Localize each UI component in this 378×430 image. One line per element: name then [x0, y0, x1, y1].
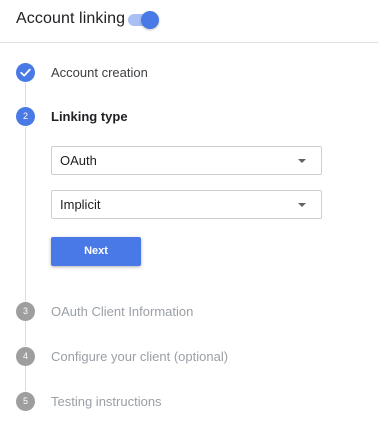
- caret-down-icon: [298, 203, 306, 207]
- step-2-label: Linking type: [51, 109, 128, 124]
- step-2-indicator: 2: [16, 107, 35, 126]
- toggle-knob: [141, 11, 159, 29]
- page-title: Account linking: [16, 10, 126, 27]
- next-button[interactable]: Next: [51, 237, 141, 266]
- header: Account linking: [0, 0, 378, 43]
- step-connector: [25, 366, 26, 391]
- step-connector: [25, 83, 26, 106]
- step-1-indicator: [16, 63, 35, 82]
- step-1-label[interactable]: Account creation: [51, 64, 148, 82]
- step-4-label: Configure your client (optional): [51, 349, 229, 364]
- account-linking-toggle[interactable]: [128, 11, 159, 29]
- flow-type-select[interactable]: Implicit: [51, 190, 322, 219]
- check-icon: [20, 68, 31, 77]
- step-3-indicator: 3: [16, 302, 35, 321]
- caret-down-icon: [298, 159, 306, 163]
- step-connector: [25, 127, 26, 302]
- step-5-label: Testing instructions: [51, 394, 162, 409]
- grant-type-select[interactable]: OAuth: [51, 146, 322, 175]
- grant-type-value: OAuth: [60, 153, 97, 168]
- step-5-indicator: 5: [16, 392, 35, 411]
- step-connector: [25, 321, 26, 346]
- flow-type-value: Implicit: [60, 197, 101, 212]
- step-3-label: OAuth Client Information: [51, 304, 194, 319]
- step-4-indicator: 4: [16, 347, 35, 366]
